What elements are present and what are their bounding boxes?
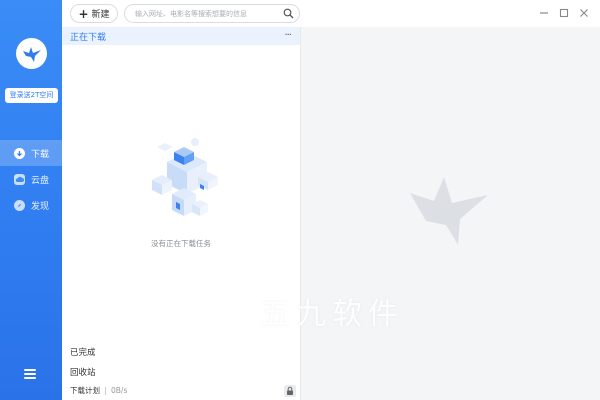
download-list-panel: 正在下载 ··· 没有正在下载任务 已完成 回收站 下载计划 0B/s <box>62 27 300 400</box>
empty-state-text: 没有正在下载任务 <box>151 239 211 248</box>
watermark-text: 五九软件 <box>260 297 404 332</box>
sidebar-item-label: 发现 <box>31 201 50 212</box>
empty-boxes-illustration <box>152 138 218 216</box>
download-icon <box>14 147 25 159</box>
search-input[interactable] <box>135 8 280 20</box>
cloud-icon <box>14 173 25 185</box>
download-speed: 0B/s <box>111 386 128 395</box>
detail-panel <box>300 27 600 400</box>
divider <box>105 386 106 395</box>
lock-icon[interactable] <box>284 385 296 397</box>
downloading-section-header[interactable]: 正在下载 ··· <box>62 27 300 45</box>
left-sidebar: 登录送2T空间 下载 云盘 发现 <box>0 0 62 400</box>
hamburger-menu-icon[interactable] <box>24 369 36 379</box>
bird-logo-icon[interactable] <box>16 38 47 69</box>
compass-icon <box>14 199 25 211</box>
bird-watermark-icon <box>410 177 488 245</box>
new-task-button[interactable]: + 新建 <box>70 4 118 23</box>
sidebar-item-download[interactable]: 下载 <box>0 140 62 166</box>
completed-section[interactable]: 已完成 <box>70 346 96 358</box>
sidebar-item-cloud[interactable]: 云盘 <box>0 166 62 192</box>
sidebar-item-label: 云盘 <box>31 175 50 186</box>
top-toolbar: + 新建 <box>62 0 600 27</box>
search-icon[interactable] <box>283 8 294 19</box>
plus-icon: + <box>78 6 89 21</box>
more-options-icon[interactable]: ··· <box>284 30 291 41</box>
login-button[interactable]: 登录送2T空间 <box>5 88 58 103</box>
new-task-label: 新建 <box>91 10 110 20</box>
downloading-label: 正在下载 <box>70 33 107 43</box>
recycle-bin-section[interactable]: 回收站 <box>70 366 96 378</box>
minimize-icon[interactable] <box>538 7 550 19</box>
close-icon[interactable] <box>578 7 590 19</box>
download-plan-bar: 下载计划 0B/s <box>70 385 127 396</box>
maximize-icon[interactable] <box>558 7 570 19</box>
sidebar-item-discover[interactable]: 发现 <box>0 192 62 218</box>
download-plan-link[interactable]: 下载计划 <box>70 385 100 396</box>
search-box[interactable] <box>124 4 300 23</box>
sidebar-item-label: 下载 <box>31 149 50 160</box>
